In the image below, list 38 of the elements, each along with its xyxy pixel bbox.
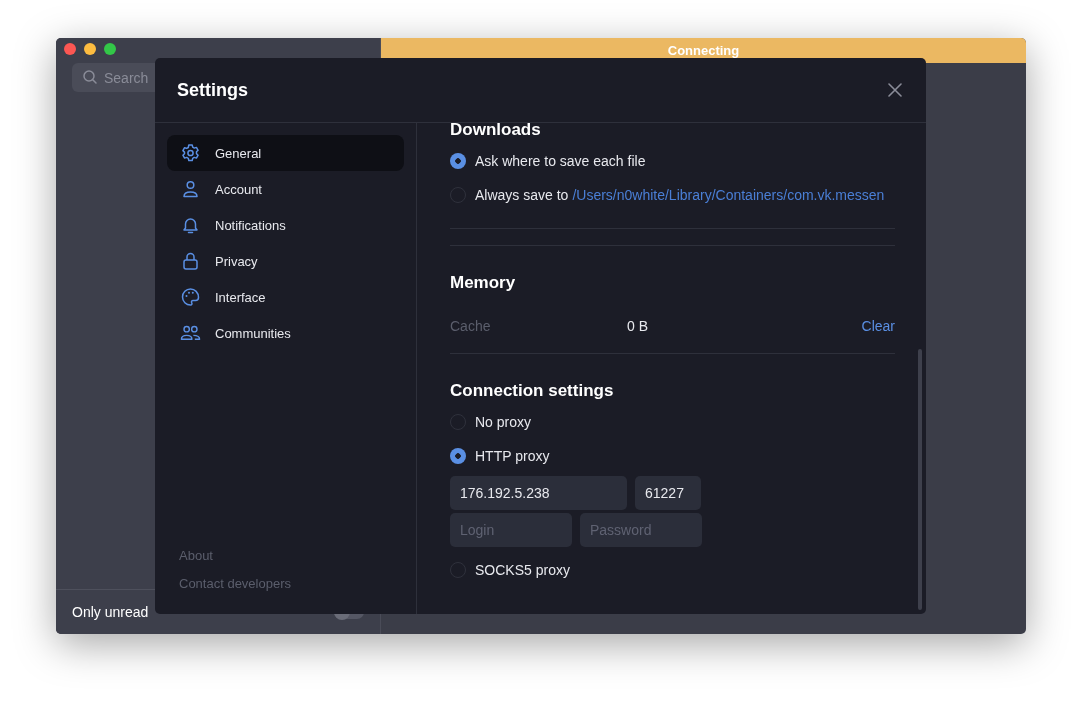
scrollbar[interactable]	[918, 349, 922, 610]
clear-link[interactable]: Clear	[861, 318, 895, 334]
radio-button[interactable]	[450, 448, 466, 464]
person-icon	[180, 179, 201, 199]
only-unread-label: Only unread	[72, 604, 149, 620]
close-window-button[interactable]	[64, 43, 76, 55]
close-icon[interactable]	[888, 83, 902, 97]
people-icon	[180, 323, 201, 343]
lock-icon	[180, 251, 201, 271]
option-label: Always save to	[475, 187, 569, 203]
settings-nav-item[interactable]: Privacy	[167, 243, 404, 279]
option-label: HTTP proxy	[475, 448, 550, 464]
option-label: Ask where to save each file	[475, 153, 646, 169]
dialog-title: Settings	[177, 79, 248, 101]
cache-label: Cache	[450, 318, 492, 334]
settings-nav-item[interactable]: Notifications	[167, 207, 404, 243]
folder-path-link[interactable]: /Users/n0white/Library/Containers/com.vk.messen	[572, 187, 885, 203]
settings-nav-item[interactable]: Communities	[167, 315, 404, 351]
settings-nav-item[interactable]: Account	[167, 171, 404, 207]
cache-size: 0 B	[627, 318, 649, 334]
search-icon	[82, 69, 98, 85]
input-field[interactable]: 176.192.5.238	[450, 476, 627, 510]
palette-icon	[180, 287, 201, 307]
settings-nav-item[interactable]: Interface	[167, 279, 404, 315]
zoom-window-button[interactable]	[104, 43, 116, 55]
input-field[interactable]: Login	[450, 513, 572, 547]
gear-icon	[180, 143, 201, 163]
section-heading: Downloads	[450, 120, 542, 141]
bell-icon	[180, 215, 201, 235]
option-label: SOCKS5 proxy	[475, 562, 570, 578]
section-heading: Connection settings	[450, 381, 615, 402]
input-field[interactable]: 61227	[635, 476, 701, 510]
radio-button[interactable]	[450, 153, 466, 169]
section-heading: Memory	[450, 273, 517, 294]
option-label: No proxy	[475, 414, 532, 430]
minimize-window-button[interactable]	[84, 43, 96, 55]
input-field[interactable]: Password	[580, 513, 702, 547]
settings-nav-item[interactable]: General	[167, 135, 404, 171]
